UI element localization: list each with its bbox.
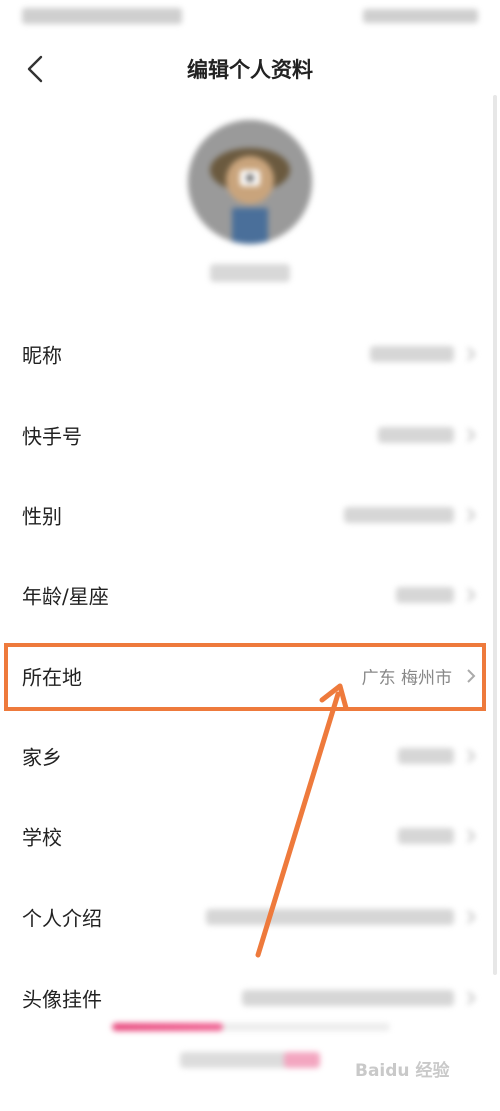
watermark: Baidu 经验 [355,1061,450,1081]
profile-progress-percent [284,1052,320,1068]
profile-progress-fill [112,1023,224,1031]
annotation-arrow [255,683,349,958]
profile-progress-text [180,1052,320,1068]
profile-progress-bar [112,1023,390,1031]
